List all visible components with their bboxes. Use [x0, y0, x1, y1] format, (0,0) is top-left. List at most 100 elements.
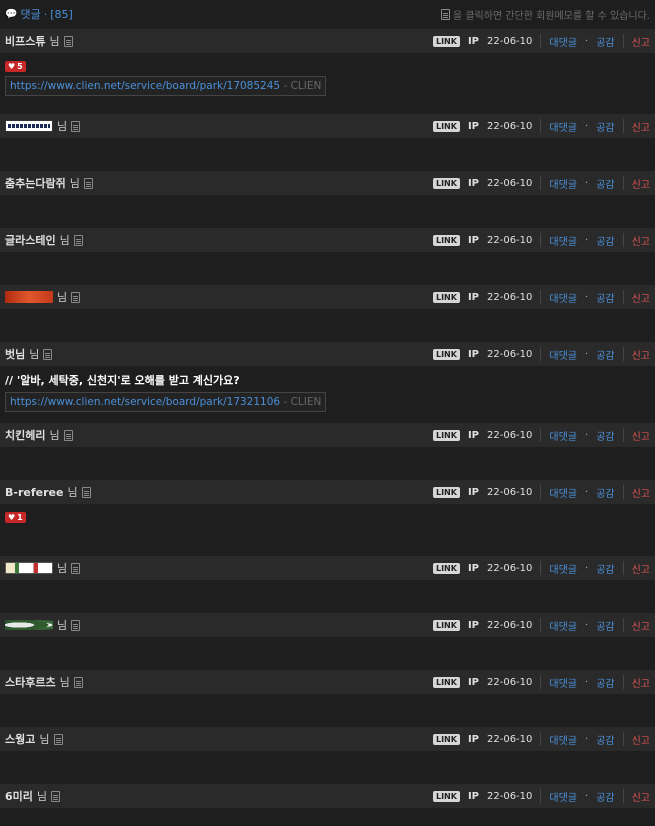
comment-author[interactable]: 스타후르츠 님 [5, 674, 83, 690]
memo-icon[interactable] [51, 790, 61, 802]
reply-button[interactable]: 대댓글 [549, 119, 577, 134]
daydreamer-nick-image[interactable] [5, 120, 53, 132]
link-preview[interactable]: https://www.clien.net/service/board/park… [5, 392, 327, 412]
reply-button[interactable]: 대댓글 [549, 34, 577, 49]
author-name[interactable]: 6미리 [5, 788, 33, 804]
reply-button[interactable]: 대댓글 [549, 561, 577, 576]
reply-button[interactable]: 대댓글 [549, 428, 577, 443]
memo-icon[interactable] [71, 619, 81, 631]
comment-author[interactable]: 님 [5, 617, 81, 633]
author-name[interactable]: 스타후르츠 [5, 674, 56, 690]
link-url[interactable]: https://www.clien.net/service/board/park… [10, 396, 280, 408]
like-button[interactable]: 공감 [596, 34, 614, 49]
author-name[interactable]: 춤추는다람쥐 [5, 175, 66, 191]
link-badge[interactable]: LINK [432, 348, 460, 360]
report-button[interactable]: 신고 [632, 618, 650, 633]
comment-item: B-referee 님 LINK IP 22-06-10 대댓글 · 공감 신고 ♥ 1 [0, 480, 655, 523]
comment-author[interactable]: 님 [5, 118, 81, 134]
link-badge[interactable]: LINK [432, 733, 460, 745]
like-button[interactable]: 공감 [596, 485, 614, 500]
memo-icon[interactable] [43, 348, 53, 360]
like-button[interactable]: 공감 [596, 290, 614, 305]
reply-button[interactable]: 대댓글 [549, 675, 577, 690]
divider [540, 732, 542, 746]
author-name[interactable]: B-referee [5, 486, 63, 499]
report-button[interactable]: 신고 [632, 233, 650, 248]
like-button[interactable]: 공감 [596, 347, 614, 362]
comment-item: 비프스튜 님 LINK IP 22-06-10 대댓글 · 공감 신고 ♥ 5 https://www… [0, 29, 655, 96]
reply-button[interactable]: 대댓글 [549, 618, 577, 633]
report-button[interactable]: 신고 [632, 347, 650, 362]
author-name[interactable]: 치킨헤리 [5, 427, 45, 443]
like-button[interactable]: 공감 [596, 428, 614, 443]
comment-author[interactable]: 글라스테인 님 [5, 232, 83, 248]
like-button[interactable]: 공감 [596, 176, 614, 191]
comment-author[interactable]: 벗님 님 [5, 346, 53, 362]
comment-author[interactable]: 님 [5, 289, 81, 305]
link-badge[interactable]: LINK [432, 429, 460, 441]
memo-icon[interactable] [83, 177, 93, 189]
link-badge[interactable]: LINK [432, 234, 460, 246]
link-badge[interactable]: LINK [432, 562, 460, 574]
reply-button[interactable]: 대댓글 [549, 789, 577, 804]
like-button[interactable]: 공감 [596, 561, 614, 576]
memo-icon[interactable] [71, 291, 81, 303]
author-name[interactable]: 벗님 [5, 346, 25, 362]
memo-icon[interactable] [73, 676, 83, 688]
memo-icon[interactable] [73, 234, 83, 246]
link-badge[interactable]: LINK [432, 676, 460, 688]
link-badge[interactable]: LINK [432, 177, 460, 189]
report-button[interactable]: 신고 [632, 290, 650, 305]
like-button[interactable]: 공감 [596, 732, 614, 747]
report-button[interactable]: 신고 [632, 176, 650, 191]
author-name[interactable]: 스웡고 [5, 731, 35, 747]
link-badge[interactable]: LINK [432, 619, 460, 631]
link-badge[interactable]: LINK [432, 790, 460, 802]
memo-icon[interactable] [63, 35, 73, 47]
link-badge[interactable]: LINK [432, 486, 460, 498]
like-count: 5 [17, 62, 23, 71]
sonsoo-nick-image[interactable] [5, 562, 53, 574]
reply-button[interactable]: 대댓글 [549, 485, 577, 500]
report-button[interactable]: 신고 [632, 119, 650, 134]
link-url[interactable]: https://www.clien.net/service/board/park… [10, 80, 280, 92]
like-button[interactable]: 공감 [596, 675, 614, 690]
report-button[interactable]: 신고 [632, 675, 650, 690]
report-button[interactable]: 신고 [632, 428, 650, 443]
link-badge[interactable]: LINK [432, 291, 460, 303]
link-badge[interactable]: LINK [432, 120, 460, 132]
report-button[interactable]: 신고 [632, 34, 650, 49]
memo-icon[interactable] [53, 733, 63, 745]
memo-icon[interactable] [71, 562, 81, 574]
comment-author[interactable]: B-referee 님 [5, 484, 91, 500]
comment-author[interactable]: 치킨헤리 님 [5, 427, 73, 443]
link-preview[interactable]: https://www.clien.net/service/board/park… [5, 76, 327, 96]
reply-button[interactable]: 대댓글 [549, 233, 577, 248]
comment-author[interactable]: 6미리 님 [5, 788, 61, 804]
like-button[interactable]: 공감 [596, 618, 614, 633]
report-button[interactable]: 신고 [632, 485, 650, 500]
comment-author[interactable]: 비프스튜 님 [5, 33, 73, 49]
green-nick-image[interactable] [5, 619, 53, 631]
report-button[interactable]: 신고 [632, 789, 650, 804]
author-name[interactable]: 비프스튜 [5, 33, 45, 49]
like-count-badge: ♥ 5 [5, 61, 26, 72]
comment-author[interactable]: 스웡고 님 [5, 731, 63, 747]
crimson-nick-image[interactable] [5, 291, 53, 303]
reply-button[interactable]: 대댓글 [549, 290, 577, 305]
comment-author[interactable]: 님 [5, 560, 81, 576]
reply-button[interactable]: 대댓글 [549, 732, 577, 747]
like-button[interactable]: 공감 [596, 233, 614, 248]
report-button[interactable]: 신고 [632, 561, 650, 576]
like-button[interactable]: 공감 [596, 119, 614, 134]
reply-button[interactable]: 대댓글 [549, 347, 577, 362]
author-name[interactable]: 글라스테인 [5, 232, 56, 248]
memo-icon[interactable] [63, 429, 73, 441]
link-badge[interactable]: LINK [432, 35, 460, 47]
reply-button[interactable]: 대댓글 [549, 176, 577, 191]
report-button[interactable]: 신고 [632, 732, 650, 747]
like-button[interactable]: 공감 [596, 789, 614, 804]
memo-icon[interactable] [81, 486, 91, 498]
comment-author[interactable]: 춤추는다람쥐 님 [5, 175, 93, 191]
memo-icon[interactable] [71, 120, 81, 132]
